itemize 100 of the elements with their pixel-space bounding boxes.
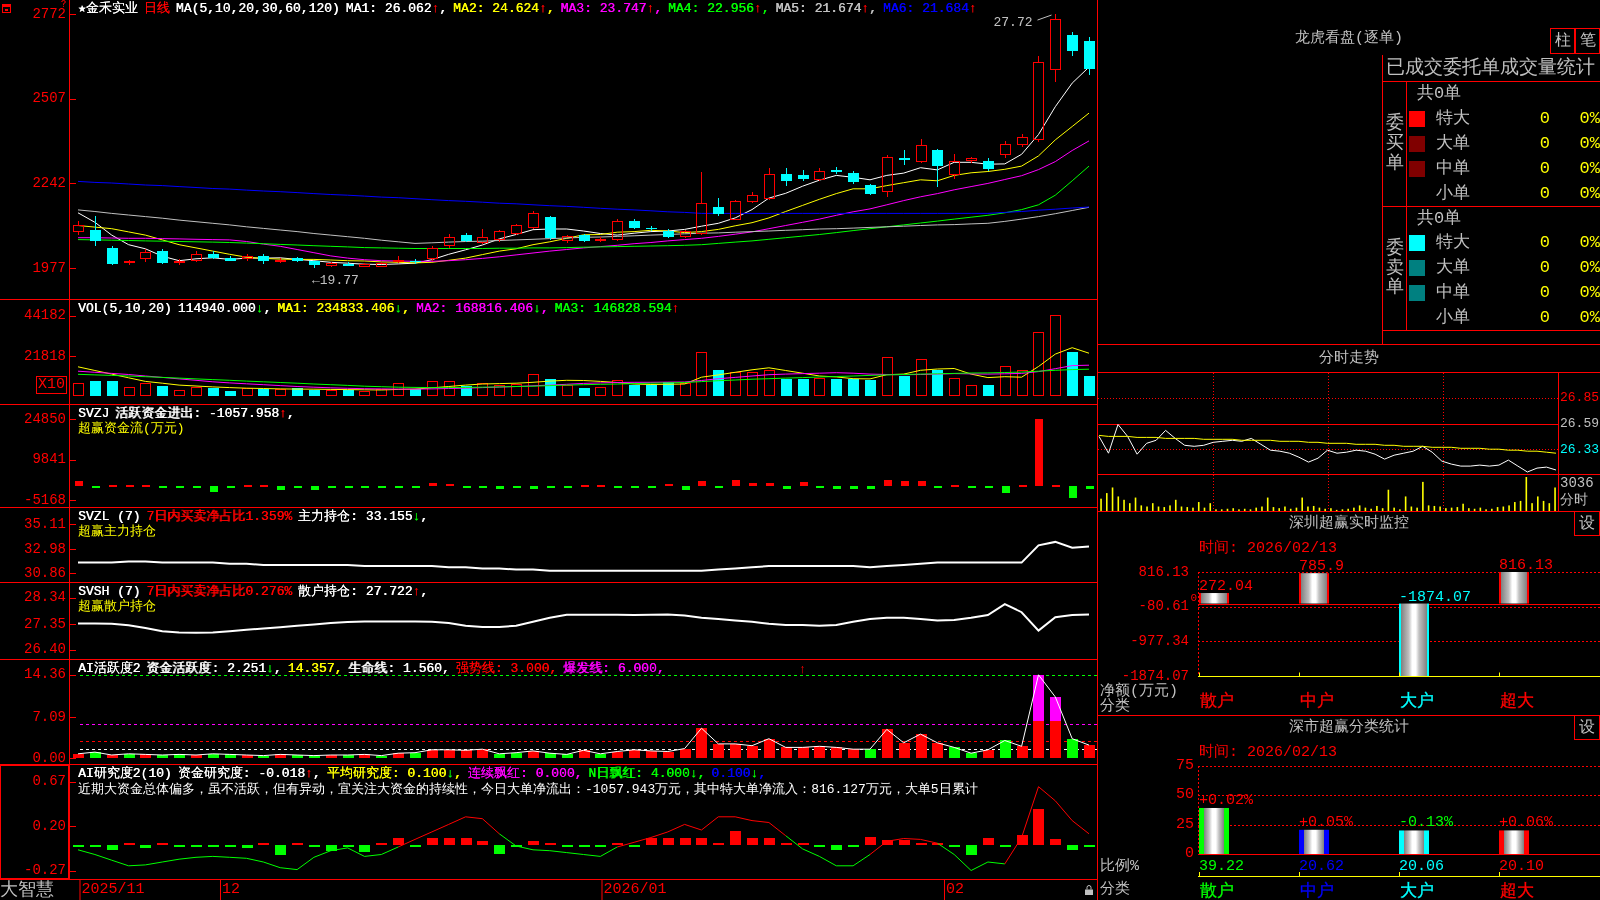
candlestick [225,255,236,262]
candlestick [393,255,404,264]
indicator-label: SVZJ [78,406,110,421]
value-label: 20.62 [1299,858,1344,875]
axis-label: 7.09 [32,710,66,724]
indicator-label: MA2: 168816.406↓, [415,301,549,316]
candlestick [275,257,286,264]
category-label: 中户 [1300,692,1334,711]
indicator-label: 0.100↓, [711,766,766,781]
order-percent: 0% [1578,158,1600,179]
volume-max-label: 3036 [1560,475,1595,492]
axis-label: 2772 [32,7,66,21]
price-annotation: ←19.77 [312,273,359,288]
indicator-summary: 近期大资金总体偏多，虽不活跃，但有异动，宜关注大资金的持续性，今日大单净流出：-1057.943万元，其中特大单净流入：816.127万元，大单5日累计 [78,782,978,798]
axis-title: 比例% [1099,859,1140,875]
order-size-label: 中单 [1436,158,1471,179]
indicator-label: 资金活跃度: 2.251↓, [146,661,282,676]
axis-label: 816.13 [1138,565,1189,579]
candlestick [1050,13,1061,83]
axis-label: 1977 [32,261,66,275]
annotation: 27.72 [993,15,1033,31]
indicator-label: MA3: 146828.594↑ [554,301,680,316]
candlestick [932,148,943,188]
candlestick [680,229,691,239]
value-label: 20.06 [1399,858,1444,875]
category-label: 大户 [1400,882,1434,900]
timestamp: 时间: 2026/02/13 [1199,744,1338,761]
axis-label: 25 [1176,817,1194,832]
order-count: 0 [1538,183,1550,204]
axis-label: 30.86 [24,566,66,580]
indicator-subtitle: 超赢资金流(万元) [78,421,185,436]
settings-button[interactable]: 设 [1574,716,1600,740]
axis-label: 26.85 [1560,390,1599,406]
candlestick [494,229,505,242]
axis-label: 0.67 [32,775,66,789]
order-percent: 0% [1578,108,1600,129]
candlestick [983,157,994,172]
indicator-label: AI活跃度2 [78,661,141,676]
candlestick [663,228,674,239]
toolbar-button[interactable]: 柱 [1550,28,1575,54]
candlestick [730,199,741,221]
candlestick [427,245,438,262]
axis-label: -5168 [24,493,66,507]
candlestick [1000,140,1011,159]
value-label: 785.9 [1299,558,1344,576]
indicator-label: MA(5,10,20,30,60,120) [175,1,340,16]
indicator-label: 散户持仓: 27.722↑, [298,584,429,599]
order-size-label: 特大 [1436,108,1471,129]
axis-label: -977.34 [1130,634,1189,648]
candlestick [208,250,219,260]
order-percent: 0% [1578,282,1600,303]
candlestick [646,225,657,232]
category-label: 大户 [1400,692,1434,711]
candlestick [814,167,825,182]
candlestick [916,138,927,164]
panel-title: 分时走势 [1319,349,1379,368]
axis-label: 0 [1185,847,1194,861]
panel-title: 深圳超赢实时监控 [1289,515,1409,533]
indicator-subtitle: 超赢主力持仓 [78,524,156,539]
indicator-label: SVZL (7) [78,509,141,524]
axis-label: 26.33 [1560,441,1599,457]
candlestick [629,218,640,230]
indicator-label: N日飘红: 4.000↓, [588,766,706,781]
indicator-label: 爆发线: 6.000, [563,661,665,676]
order-percent: 0% [1578,183,1600,204]
axis-unit-label: X10 [36,376,67,394]
order-size-label: 中单 [1436,282,1471,303]
settings-button[interactable]: 设 [1574,512,1600,536]
axis-label: 50 [1176,788,1194,803]
indicator-label: ★金禾实业 [78,1,138,16]
candlestick [696,171,707,236]
indicator-label: SVSH (7) [78,584,141,599]
toolbar-button[interactable]: 笔 [1575,28,1600,54]
indicator-label: MA2: 24.624↑, [453,1,555,16]
indicator-label: AI研究度2(10) [78,766,172,781]
candlestick [461,232,472,242]
order-percent: 0% [1578,258,1600,279]
timestamp: 时间: 2026/02/13 [1199,540,1338,557]
candlestick [562,234,573,244]
indicator-label: 114940.000↓, [177,301,272,316]
indicator-label: 生命线: 1.560, [348,661,450,676]
candlestick [444,233,455,249]
candlestick [831,166,842,175]
group-label: 委卖单 [1385,238,1404,299]
candlestick [90,215,101,247]
axis-label: 26.40 [24,643,66,657]
candlestick [949,153,960,180]
change-label: +0.02% [1199,792,1253,809]
window-icon [2,4,11,13]
order-size-label: 大单 [1436,258,1471,279]
axis-title: 分类 [1099,882,1131,898]
candlestick [545,215,556,241]
indicator-label: MA3: 23.747↑, [560,1,662,16]
candlestick [376,261,387,268]
axis-label: 2507 [32,92,66,106]
candlestick [882,154,893,198]
reference-line-label: 0 [1190,592,1197,604]
axis-label: 9841 [32,453,66,467]
axis-label: 21818 [24,349,66,363]
axis-label: 0.20 [32,819,66,833]
